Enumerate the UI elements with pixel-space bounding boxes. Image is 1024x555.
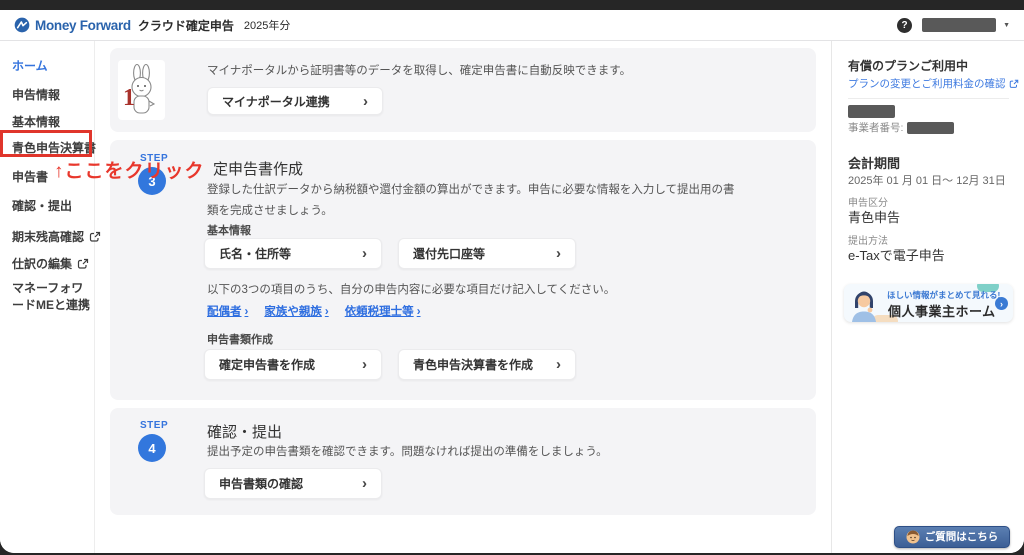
chevron-right-icon: › (362, 476, 367, 491)
chevron-right-icon: › (556, 246, 561, 261)
logo-text: Money Forward (35, 18, 131, 33)
chevron-down-icon: ▼ (1003, 22, 1010, 29)
sole-proprietor-home-banner[interactable]: ほしい情報がまとめて見れる! 個人事業主ホーム › (844, 284, 1013, 322)
create-tax-return-button[interactable]: 確定申告書を作成 › (204, 349, 382, 380)
question-button[interactable]: ご質問はこちら (894, 526, 1010, 548)
sidebar-item-shinkoku-joho[interactable]: 申告情報 (12, 86, 60, 103)
submit-method-value: e-Taxで電子申告 (848, 245, 945, 264)
step4-description: 提出予定の申告書類を確認できます。問題なければ提出の準備をしましょう。 (207, 442, 747, 463)
app-window: Money Forward クラウド確定申告 2025年分 ? ▼ ホーム 申告… (0, 10, 1024, 553)
step4-title: 確認・提出 (207, 421, 282, 442)
money-forward-logo[interactable]: Money Forward (14, 17, 131, 33)
sidebar-item-home[interactable]: ホーム (12, 57, 48, 74)
accounting-period-label: 会計期間 (848, 153, 900, 172)
chevron-right-icon: › (245, 306, 249, 318)
chevron-right-icon: › (417, 306, 421, 318)
basic-info-label: 基本情報 (207, 222, 251, 238)
sidebar-item-kimatsu-zandaka[interactable]: 期末残高確認 (12, 228, 101, 245)
step3-note: 以下の3つの項目のうち、自分の申告内容に必要な項目だけ記入してください。 (207, 280, 615, 301)
chevron-right-icon: › (556, 357, 561, 372)
tax-accountant-link[interactable]: 依頼税理士等› (345, 303, 421, 319)
divider (848, 98, 1009, 99)
business-number-label: 事業者番号: (848, 120, 903, 135)
step3-title: 定申告書作成 (213, 158, 303, 179)
plan-change-link[interactable]: プランの変更とご利用料金の確認 (848, 76, 1019, 91)
step3-card: STEP 3 定申告書作成 登録した仕訳データから納税額や還付金額の算出ができま… (110, 140, 816, 400)
myna-mascot-image: 1 (118, 60, 165, 120)
plan-status: 有償のプランご利用中 (848, 57, 968, 74)
step3-number-badge: 3 (138, 167, 166, 195)
step3-description: 登録した仕訳データから納税額や還付金額の算出ができます。申告に必要な情報を入力し… (207, 180, 735, 221)
mynaportal-link-button[interactable]: マイナポータル連携 › (207, 87, 383, 115)
support-mascot-icon (906, 530, 920, 544)
left-sidebar: ホーム 申告情報 基本情報 青色申告決算書 申告書 確認・提出 期末残高確認 仕… (0, 41, 95, 553)
name-address-button[interactable]: 氏名・住所等 › (204, 238, 382, 269)
chevron-right-icon: › (325, 306, 329, 318)
sidebar-item-mf-me-renkei[interactable]: マネーフォワードMEと連携 (12, 280, 90, 315)
spouse-link[interactable]: 配偶者› (207, 303, 248, 319)
sidebar-item-shiwake-henshu[interactable]: 仕訳の編集 (12, 255, 89, 272)
external-link-icon (77, 258, 89, 270)
external-link-icon (89, 231, 101, 243)
external-link-icon (1009, 79, 1019, 89)
arrow-right-icon: › (995, 297, 1008, 310)
sidebar-item-kihon-joho[interactable]: 基本情報 (12, 113, 60, 130)
right-sidebar: 有償のプランご利用中 プランの変更とご利用料金の確認 事業者番号: 会計期間 2… (831, 41, 1024, 553)
banner-title: 個人事業主ホーム (888, 301, 996, 320)
check-documents-button[interactable]: 申告書類の確認 › (204, 468, 382, 499)
mynaportal-description: マイナポータルから証明書等のデータを取得し、確定申告書に自動反映できます。 (207, 61, 631, 82)
sidebar-item-shinkokusho[interactable]: 申告書 (12, 168, 48, 185)
question-button-label: ご質問はこちら (925, 529, 999, 544)
accounting-period-value: 2025年 01 月 01 日～ 12月 31日 (848, 172, 1006, 188)
main-content: 1 マイナポータルから証明書等のデータを取得し、確定申告書に自動反映できます。 … (96, 41, 830, 553)
rabbit-mascot-icon: 1 (121, 63, 162, 117)
refund-account-button[interactable]: 還付先口座等 › (398, 238, 576, 269)
create-aoiro-statement-button[interactable]: 青色申告決算書を作成 › (398, 349, 576, 380)
redacted-business-name (848, 105, 895, 118)
redacted-account-name (922, 18, 996, 32)
top-header: Money Forward クラウド確定申告 2025年分 ? ▼ (0, 10, 1024, 41)
step4-label: STEP (140, 420, 168, 431)
chevron-right-icon: › (362, 357, 367, 372)
mynaportal-card: 1 マイナポータルから証明書等のデータを取得し、確定申告書に自動反映できます。 … (110, 48, 816, 132)
svg-text:1: 1 (123, 85, 135, 111)
product-year: 2025年分 (244, 17, 290, 33)
docs-creation-label: 申告書類作成 (207, 331, 273, 347)
family-link[interactable]: 家族や親族› (264, 303, 328, 319)
chat-widget: ご質問はこちら (884, 520, 1020, 553)
filing-type-value: 青色申告 (848, 207, 900, 226)
sidebar-item-aoiro-kessansho[interactable]: 青色申告決算書 (12, 139, 96, 156)
help-icon[interactable]: ? (897, 18, 912, 33)
product-name: クラウド確定申告 (138, 17, 234, 34)
step4-card: STEP 4 確認・提出 提出予定の申告書類を確認できます。問題なければ提出の準… (110, 408, 816, 515)
money-forward-logo-icon (14, 17, 30, 33)
redacted-business-number (907, 122, 954, 134)
step3-label: STEP (140, 153, 168, 164)
woman-illustration (846, 286, 882, 322)
chevron-right-icon: › (362, 246, 367, 261)
account-dropdown[interactable]: ▼ (922, 18, 1010, 32)
step4-number-badge: 4 (138, 434, 166, 462)
banner-catchphrase: ほしい情報がまとめて見れる! (887, 289, 1000, 301)
sidebar-item-kakunin-teishutsu[interactable]: 確認・提出 (12, 197, 72, 214)
chevron-right-icon: › (363, 94, 368, 109)
